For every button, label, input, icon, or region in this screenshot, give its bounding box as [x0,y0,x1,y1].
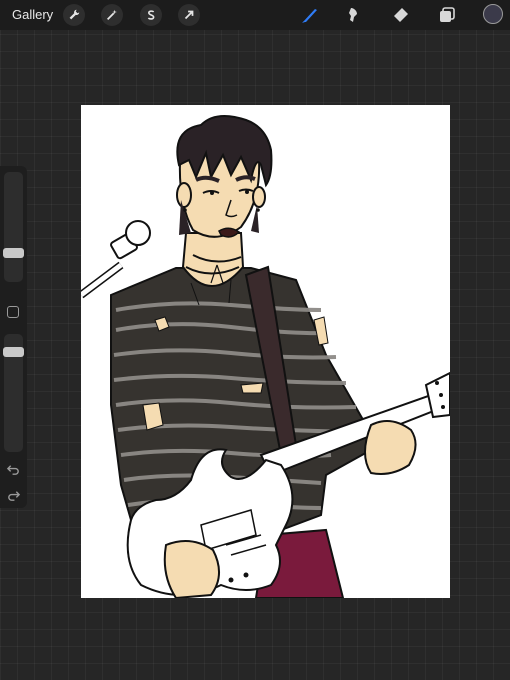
smudge-icon [349,8,357,22]
transform-button[interactable] [178,4,200,26]
brush-size-thumb[interactable] [3,248,24,258]
brush-tool[interactable] [298,4,322,26]
smudge-tool[interactable] [342,4,366,26]
wrench-icon [69,9,80,20]
drawing-canvas[interactable] [81,105,450,598]
magic-wand-icon [107,9,117,20]
opacity-thumb[interactable] [3,347,24,357]
fretting-hand [364,420,417,475]
selection-button[interactable] [140,4,162,26]
strumming-hand [163,540,220,598]
brush-size-slider[interactable] [3,172,24,282]
modify-button[interactable] [7,306,19,318]
opacity-slider[interactable] [3,334,24,452]
undo-icon[interactable] [6,462,21,477]
eraser-icon [394,8,408,22]
color-picker-button[interactable] [483,4,503,24]
top-toolbar: Gallery [0,0,510,30]
redo-icon[interactable] [6,488,21,503]
gallery-button[interactable]: Gallery [12,7,53,22]
arrow-cursor-icon [184,10,194,20]
brush-icon [302,9,317,23]
eraser-tool[interactable] [389,4,413,26]
adjustments-button[interactable] [101,4,123,26]
selection-s-icon [147,10,155,20]
actions-button[interactable] [63,4,85,26]
layers-icon [440,7,455,22]
layers-button[interactable] [435,4,459,26]
artwork-illustration [81,115,450,598]
left-sidebar [0,166,27,508]
